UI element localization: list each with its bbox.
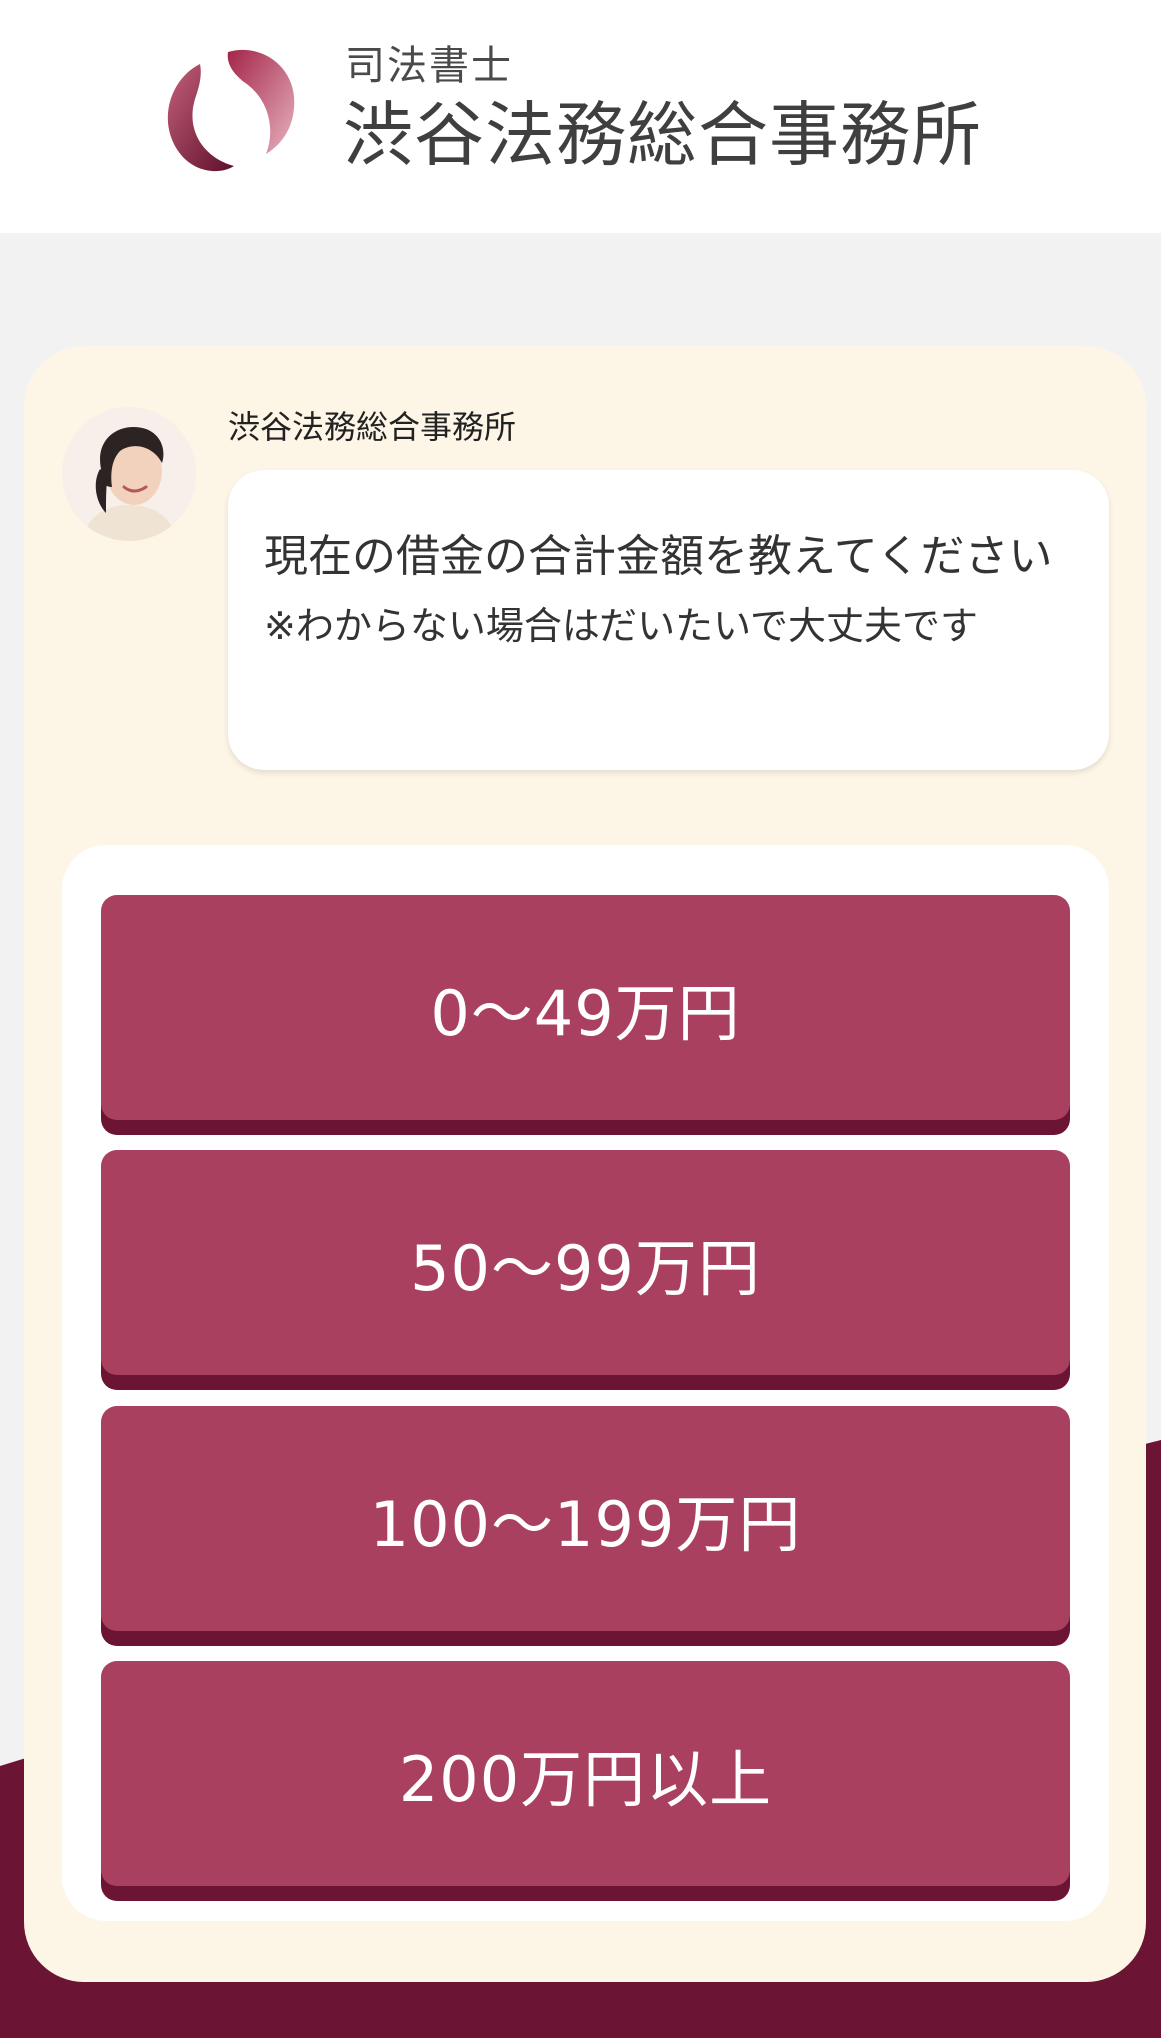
chat-bubble: 現在の借金の合計金額を教えてください ※わからない場合はだいたいで大丈夫です [228, 470, 1109, 770]
person-avatar-icon [62, 407, 196, 541]
sender-name: 渋谷法務総合事務所 [228, 408, 517, 446]
logo-subtitle: 司法書士 [345, 43, 513, 89]
logo-mark-icon [167, 49, 295, 172]
option-button-100-199[interactable]: 100～199万円 [101, 1406, 1070, 1631]
option-button-50-99[interactable]: 50～99万円 [101, 1150, 1070, 1375]
operator-avatar [62, 407, 196, 541]
logo-title: 渋谷法務総合事務所 [343, 94, 982, 176]
option-button-0-49[interactable]: 0～49万円 [101, 895, 1070, 1120]
chat-note: ※わからない場合はだいたいで大丈夫です [264, 604, 978, 648]
option-button-200-plus[interactable]: 200万円以上 [101, 1661, 1070, 1886]
site-header: 司法書士 渋谷法務総合事務所 [0, 0, 1161, 233]
page: 司法書士 渋谷法務総合事務所 渋谷法務総合事務所 現在の借金の合計金額を教えてく… [0, 0, 1161, 2038]
chat-message: 現在の借金の合計金額を教えてください [264, 531, 1053, 582]
